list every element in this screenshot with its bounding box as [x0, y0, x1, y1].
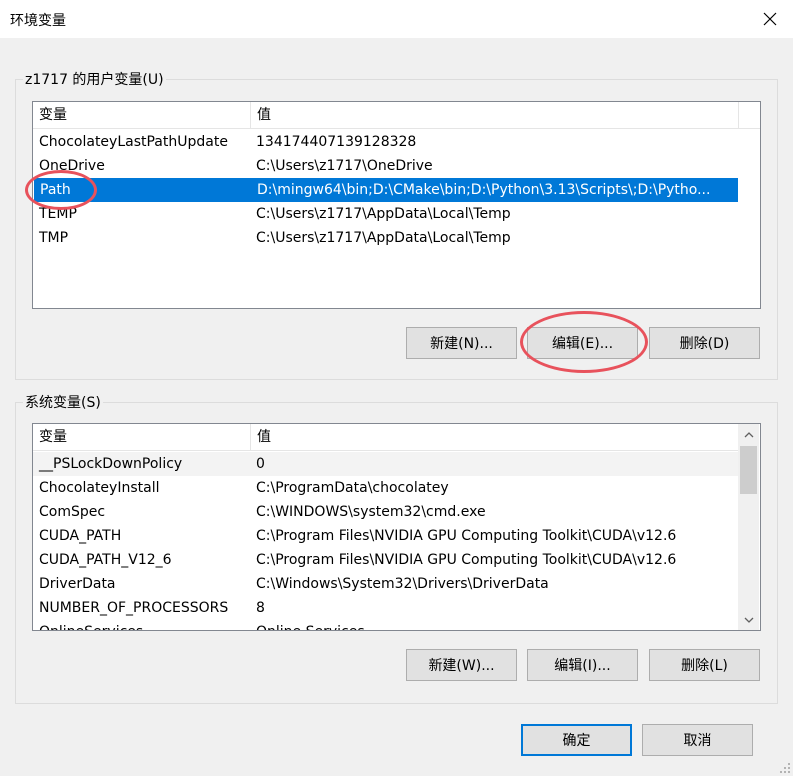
system-delete-button[interactable]: 删除(L) — [649, 649, 760, 681]
var-name: OnlineServices — [39, 620, 143, 630]
scroll-thumb[interactable] — [740, 446, 757, 494]
var-name: __PSLockDownPolicy — [39, 456, 183, 472]
var-name: NUMBER_OF_PROCESSORS — [39, 600, 229, 616]
user-vars-group-label: z1717 的用户变量(U) — [23, 69, 166, 89]
user-delete-button[interactable]: 删除(D) — [649, 327, 760, 359]
var-name: ChocolateyInstall — [39, 480, 160, 496]
system-var-row-comspec[interactable]: ComSpec C:\WINDOWS\system32\cmd.exe — [33, 500, 738, 524]
var-name: TMP — [39, 230, 69, 246]
var-value: C:\Users\z1717\AppData\Local\Temp — [256, 206, 511, 222]
resize-grip-icon[interactable] — [779, 762, 791, 774]
var-value: 8 — [256, 600, 265, 616]
var-value: C:\Users\z1717\OneDrive — [256, 158, 433, 174]
var-name: DriverData — [39, 576, 116, 592]
user-var-row-tmp[interactable]: TMP C:\Users\z1717\AppData\Local\Temp — [33, 226, 760, 250]
var-name: ChocolateyLastPathUpdate — [39, 134, 228, 150]
system-edit-button[interactable]: 编辑(I)... — [527, 649, 638, 681]
chevron-down-icon — [744, 617, 753, 623]
close-icon — [763, 12, 777, 26]
user-vars-header: 变量 值 — [33, 102, 760, 129]
var-value: C:\Users\z1717\AppData\Local\Temp — [256, 230, 511, 246]
chevron-up-icon — [744, 431, 753, 437]
column-header-name[interactable]: 变量 — [33, 102, 251, 128]
ok-button[interactable]: 确定 — [521, 724, 632, 756]
var-name: TEMP — [39, 206, 77, 222]
var-value: C:\Program Files\NVIDIA GPU Computing To… — [256, 528, 677, 544]
system-var-row-onlineservices[interactable]: OnlineServices Online Services — [33, 620, 738, 630]
var-name: ComSpec — [39, 504, 106, 520]
system-var-row-cuda-path[interactable]: CUDA_PATH C:\Program Files\NVIDIA GPU Co… — [33, 524, 738, 548]
column-header-value[interactable]: 值 — [251, 424, 738, 450]
var-name: CUDA_PATH — [39, 528, 122, 544]
cancel-button[interactable]: 取消 — [642, 724, 753, 756]
user-edit-button[interactable]: 编辑(E)... — [527, 327, 638, 359]
var-name: OneDrive — [39, 158, 105, 174]
user-var-row-onedrive[interactable]: OneDrive C:\Users\z1717\OneDrive — [33, 154, 760, 178]
column-header-name[interactable]: 变量 — [33, 424, 251, 450]
system-vars-scrollbar[interactable] — [738, 424, 759, 630]
var-value: C:\ProgramData\chocolatey — [256, 480, 449, 496]
system-var-row-driverdata[interactable]: DriverData C:\Windows\System32\Drivers\D… — [33, 572, 738, 596]
user-var-row-path[interactable]: Path D:\mingw64\bin;D:\CMake\bin;D:\Pyth… — [34, 178, 738, 202]
var-value: 0 — [256, 456, 265, 472]
var-value: D:\mingw64\bin;D:\CMake\bin;D:\Python\3.… — [257, 182, 711, 198]
var-value: C:\Windows\System32\Drivers\DriverData — [256, 576, 549, 592]
var-name: Path — [40, 182, 71, 198]
system-vars-group-label: 系统变量(S) — [23, 392, 103, 412]
user-vars-list[interactable]: 变量 值 ChocolateyLastPathUpdate 1341744071… — [32, 101, 761, 309]
column-header-value[interactable]: 值 — [251, 102, 739, 128]
system-var-row-number-of-processors[interactable]: NUMBER_OF_PROCESSORS 8 — [33, 596, 738, 620]
var-value: 134174407139128328 — [256, 134, 417, 150]
system-var-row-cuda-path-v12-6[interactable]: CUDA_PATH_V12_6 C:\Program Files\NVIDIA … — [33, 548, 738, 572]
system-var-row-pslockdownpolicy[interactable]: __PSLockDownPolicy 0 — [33, 452, 738, 476]
system-new-button[interactable]: 新建(W)... — [406, 649, 517, 681]
window-title: 环境变量 — [10, 13, 66, 29]
var-value: C:\Program Files\NVIDIA GPU Computing To… — [256, 552, 677, 568]
scroll-down-button[interactable] — [738, 609, 759, 630]
user-var-row-chocolateylastpathupdate[interactable]: ChocolateyLastPathUpdate 134174407139128… — [33, 130, 760, 154]
close-button[interactable] — [747, 0, 793, 38]
system-var-row-chocolateyinstall[interactable]: ChocolateyInstall C:\ProgramData\chocola… — [33, 476, 738, 500]
var-name: CUDA_PATH_V12_6 — [39, 552, 172, 568]
user-new-button[interactable]: 新建(N)... — [406, 327, 517, 359]
var-value: C:\WINDOWS\system32\cmd.exe — [256, 504, 486, 520]
system-vars-list[interactable]: 变量 值 __PSLockDownPolicy 0 ChocolateyInst… — [32, 423, 761, 631]
var-value: Online Services — [256, 620, 365, 630]
system-vars-header: 变量 值 — [33, 424, 738, 451]
title-bar: 环境变量 — [0, 0, 793, 38]
scroll-up-button[interactable] — [738, 424, 759, 445]
user-var-row-temp[interactable]: TEMP C:\Users\z1717\AppData\Local\Temp — [33, 202, 760, 226]
